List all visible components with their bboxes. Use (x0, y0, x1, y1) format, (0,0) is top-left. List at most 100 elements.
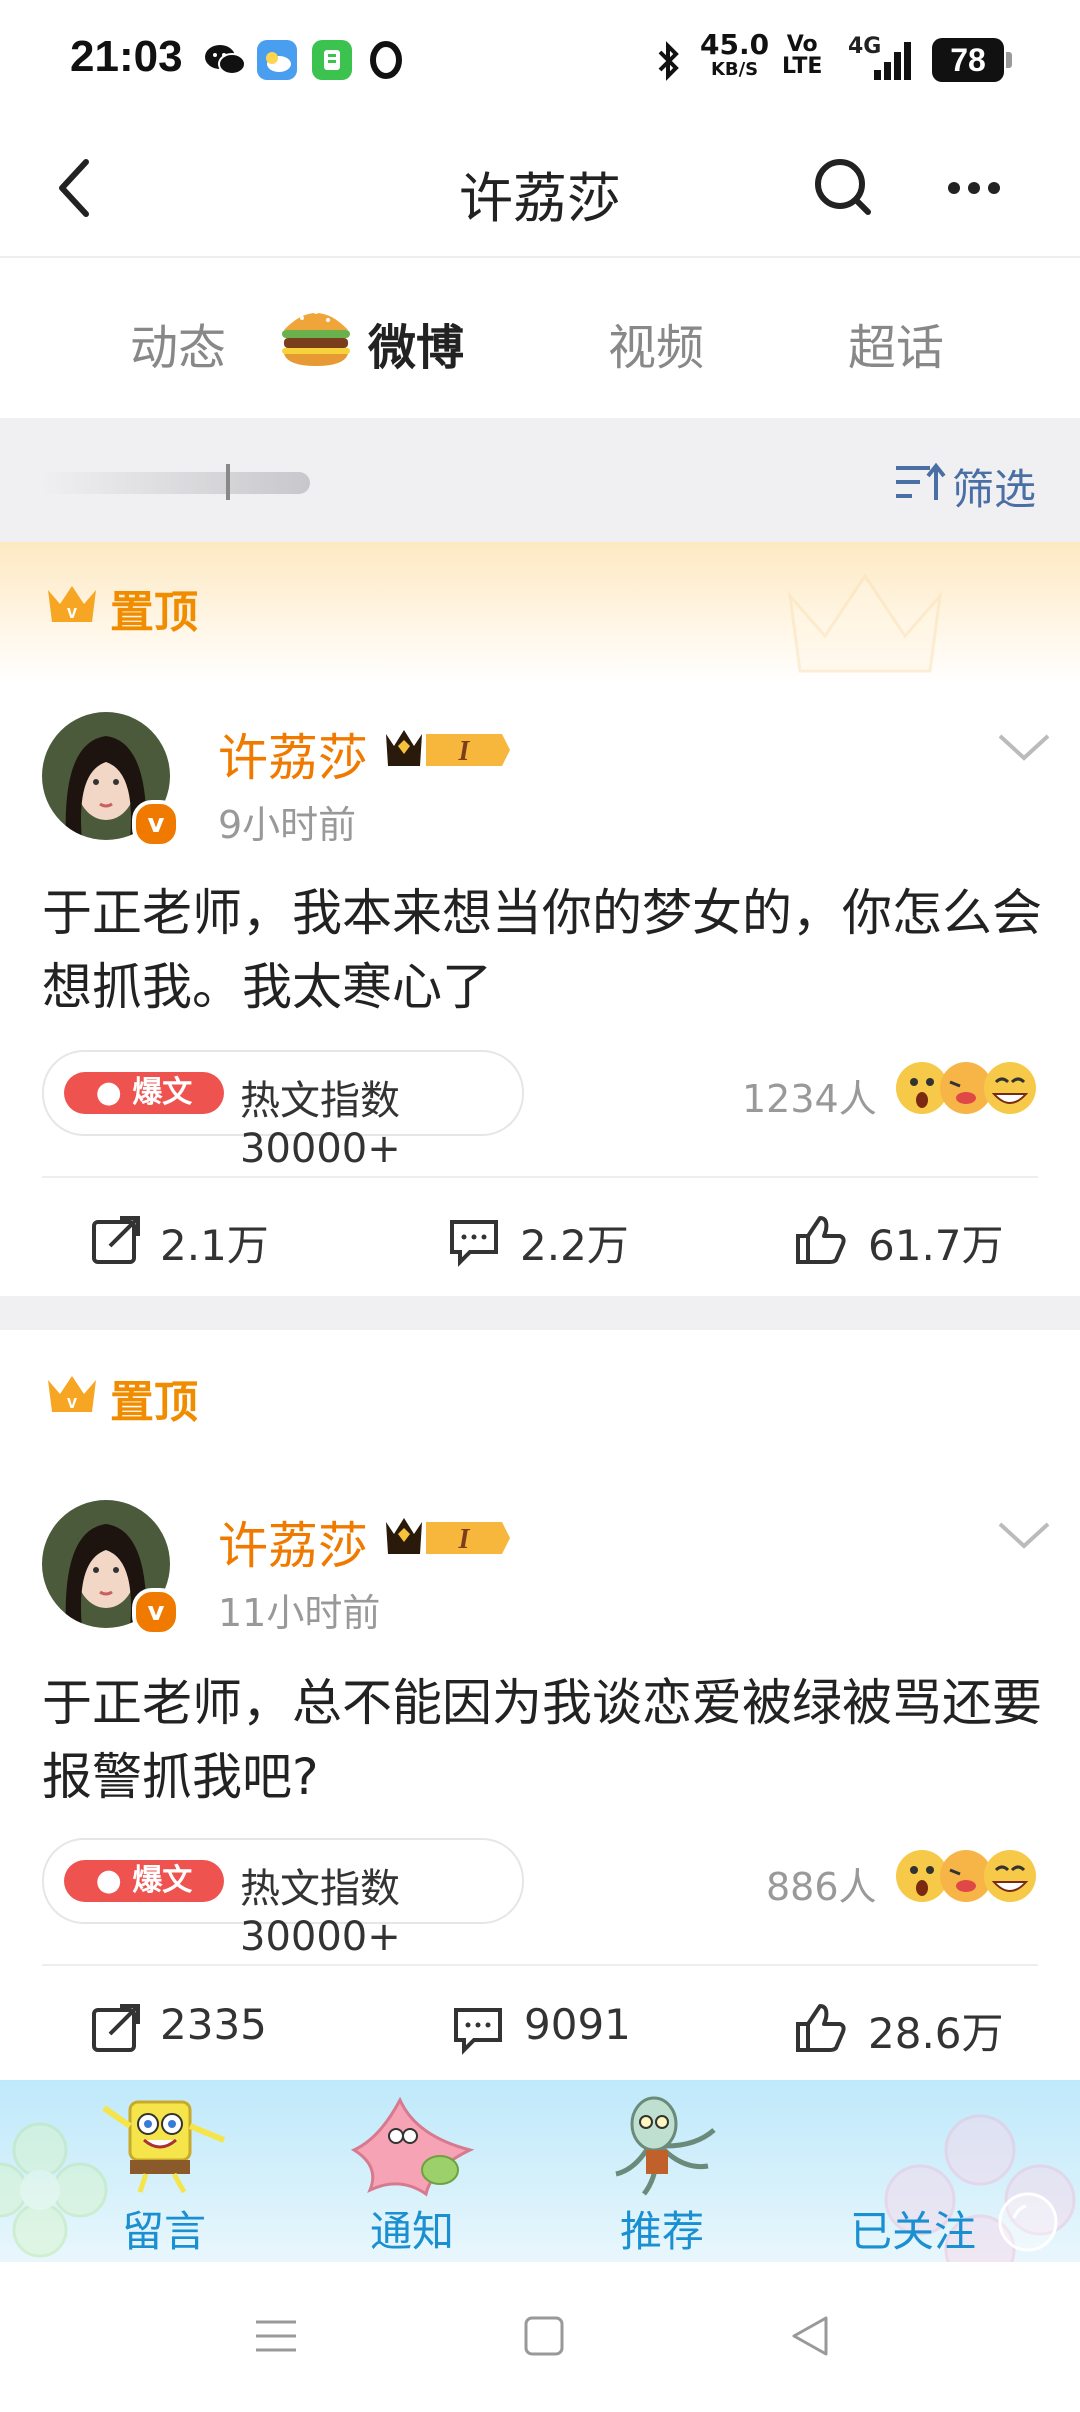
patrick-icon[interactable] (340, 2090, 480, 2204)
crown-watermark-icon (780, 556, 950, 680)
comment-icon (454, 2008, 502, 2055)
pin-label: 置顶 (110, 1377, 198, 1428)
net-speed: 45.0 KB/S (700, 30, 769, 80)
level-badge-text: I (458, 736, 471, 767)
divider (42, 1176, 1038, 1178)
top-nav: 许荔莎 (0, 120, 1080, 258)
verified-badge-icon: v (132, 1588, 180, 1636)
status-time: 21:03 (70, 32, 183, 81)
o-app-icon (366, 40, 406, 84)
tab-yiguanzhu[interactable]: 已关注 (850, 2198, 976, 2259)
hot-badge: ● 爆文 (64, 1860, 224, 1902)
tab-liuyan[interactable]: 留言 (122, 2198, 206, 2259)
repost-count: 2.1万 (160, 1221, 269, 1270)
hot-index-text: 热文指数30000+ (240, 1078, 401, 1172)
volte-top: Vo (786, 32, 818, 57)
burger-icon (278, 300, 354, 374)
comment-icon (450, 1220, 498, 1267)
like-button[interactable]: 28.6万 (792, 1996, 1032, 2060)
username[interactable]: 许荔莎 (218, 1506, 368, 1578)
tab-video[interactable]: 视频 (608, 308, 704, 378)
spongebob-icon[interactable] (96, 2096, 236, 2200)
card-separator (0, 1296, 1080, 1330)
member-crown-badge-icon: I (382, 1512, 512, 1566)
username[interactable]: 许荔莎 (218, 718, 368, 790)
reaction-count[interactable]: 886人 (766, 1856, 877, 1911)
bubble-icon (996, 2190, 1060, 2258)
like-count: 28.6万 (868, 2009, 1004, 2058)
bottom-tab-bar: 留言 通知 推荐 已关注 (0, 2080, 1080, 2262)
more-icon[interactable] (934, 148, 1014, 228)
like-button[interactable]: 61.7万 (792, 1208, 1032, 1272)
signal-icon (870, 40, 918, 86)
battery-indicator: 78 (932, 38, 1012, 82)
hot-badge-label: 爆文 (132, 1863, 193, 1898)
volte-indicator: Vo LTE (782, 34, 822, 78)
hot-badge-label: 爆文 (132, 1075, 193, 1110)
app-icon (312, 40, 352, 80)
pin-label: 置顶 (110, 587, 198, 638)
reaction-emoji-icons[interactable] (892, 1058, 1042, 1122)
system-nav-bar (0, 2262, 1080, 2412)
member-crown-badge-icon: I (382, 724, 512, 778)
hot-index-text: 热文指数30000+ (240, 1866, 401, 1960)
divider (42, 1964, 1038, 1966)
tab-chaohua[interactable]: 超话 (848, 308, 944, 378)
net-speed-unit: KB/S (710, 59, 759, 80)
crown-icon: v (44, 580, 100, 632)
filter-label[interactable]: 筛选 (952, 456, 1036, 517)
filter-bar: 筛选 (0, 418, 1080, 542)
fire-icon: ● (95, 1075, 122, 1110)
tab-weibo[interactable]: 微博 (368, 308, 464, 378)
status-bar: 21:03 45.0 KB/S Vo LTE 4G 78 (0, 0, 1080, 120)
reaction-emoji-icons[interactable] (892, 1846, 1042, 1910)
fire-icon: ● (95, 1863, 122, 1898)
svg-text:v: v (67, 602, 77, 622)
search-icon[interactable] (804, 148, 884, 228)
like-icon (796, 1216, 846, 1264)
repost-icon (92, 2004, 140, 2052)
post-menu-chevron-icon[interactable] (996, 732, 1052, 768)
flower-decoration-icon (0, 2120, 110, 2262)
comment-count: 9091 (524, 2000, 631, 2049)
scroll-indicator (40, 462, 320, 502)
post-content[interactable]: 于正老师，总不能因为我谈恋爱被绿被骂还要报警抓我吧? (42, 1666, 1042, 1814)
repost-button[interactable]: 2.1万 (88, 1208, 308, 1272)
hot-index-pill[interactable]: ● 爆文 热文指数30000+ (42, 1838, 524, 1960)
bluetooth-icon (656, 40, 682, 86)
repost-button[interactable]: 2335 (88, 1996, 308, 2060)
comment-button[interactable]: 2.2万 (446, 1208, 666, 1272)
like-count: 61.7万 (868, 1221, 1004, 1270)
post-menu-chevron-icon[interactable] (996, 1520, 1052, 1556)
crown-icon: v (44, 1370, 100, 1422)
filter-icon[interactable] (892, 458, 946, 512)
pinned-banner: v 置顶 (0, 1330, 1080, 1460)
verified-badge-icon: v (132, 800, 180, 848)
volte-bottom: LTE (782, 54, 823, 79)
svg-text:v: v (67, 1392, 77, 1412)
post-time: 11小时前 (218, 1591, 381, 1635)
repost-icon (92, 1216, 140, 1264)
home-icon[interactable] (520, 2312, 568, 2364)
reaction-count[interactable]: 1234人 (742, 1068, 877, 1123)
hot-badge: ● 爆文 (64, 1072, 224, 1114)
like-icon (796, 2004, 846, 2052)
hot-index-pill[interactable]: ● 爆文 热文指数30000+ (42, 1050, 524, 1172)
back-nav-icon[interactable] (786, 2312, 834, 2364)
post-time: 9小时前 (218, 803, 357, 847)
comment-button[interactable]: 9091 (450, 1996, 670, 2060)
menu-icon[interactable] (252, 2312, 300, 2364)
tab-tongzhi[interactable]: 通知 (370, 2198, 454, 2259)
post-content[interactable]: 于正老师，我本来想当你的梦女的，你怎么会想抓我。我太寒心了 (42, 876, 1042, 1024)
level-badge-text: I (458, 1524, 471, 1555)
tab-tuijian[interactable]: 推荐 (620, 2198, 704, 2259)
repost-count: 2335 (160, 2000, 267, 2049)
profile-tabs: 动态 微博 视频 超话 (0, 258, 1080, 418)
wechat-icon (204, 42, 246, 82)
tab-dongtai[interactable]: 动态 (130, 308, 226, 378)
weather-app-icon (257, 40, 297, 80)
pinned-banner: v 置顶 (0, 542, 1080, 682)
page-title: 许荔莎 (459, 167, 621, 230)
comment-count: 2.2万 (520, 1221, 629, 1270)
squidward-icon[interactable] (604, 2090, 724, 2204)
